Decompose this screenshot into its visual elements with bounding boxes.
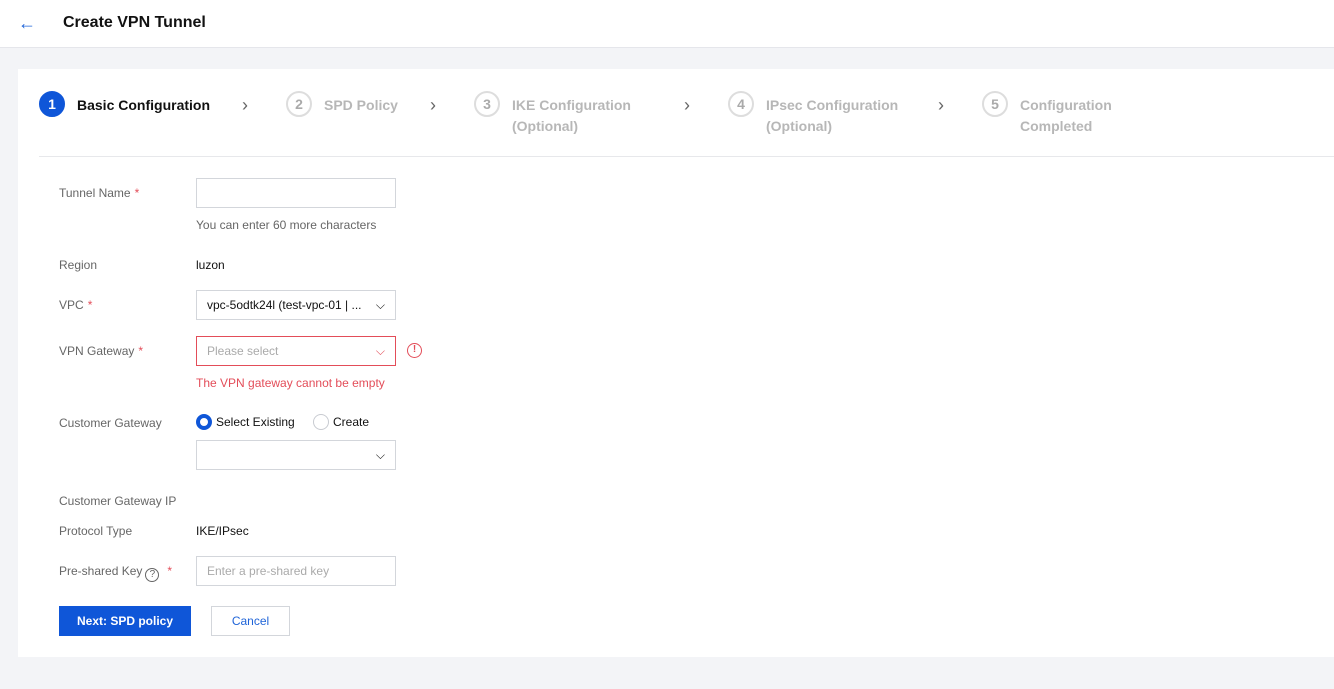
vpn-gateway-select[interactable]: Please select ⌵: [196, 336, 396, 366]
step-label: Basic Configuration: [77, 97, 211, 113]
step-label: IPsec Configuration (Optional): [766, 97, 899, 134]
customer-gateway-label: Customer Gateway: [59, 416, 162, 430]
step-label: SPD Policy: [324, 97, 398, 113]
error-icon: !: [407, 343, 422, 358]
region-value: luzon: [196, 258, 225, 272]
step-number: 5: [982, 91, 1008, 117]
arrow-left-icon[interactable]: ←: [18, 13, 36, 33]
vpc-select-value: vpc-5odtk24l (test-vpc-01 | ...: [207, 298, 362, 312]
radio-label: Create: [333, 415, 370, 429]
cancel-button[interactable]: Cancel: [211, 606, 290, 636]
step-label: Configuration Completed: [1020, 97, 1112, 134]
top-bar: ← Create VPN Tunnel: [0, 0, 1334, 48]
radio-dot: [313, 414, 329, 430]
next-spd-policy-button[interactable]: Next: SPD policy: [59, 606, 191, 636]
protocol-type-value: IKE/IPsec: [196, 524, 249, 538]
customer-gateway-select[interactable]: ⌵: [196, 440, 396, 470]
step-number: 1: [39, 91, 65, 117]
pre-shared-key-input[interactable]: Enter a pre-shared key: [196, 556, 396, 586]
vpn-gateway-label: VPN Gateway *: [59, 344, 144, 358]
tunnel-name-hint: You can enter 60 more characters: [196, 218, 377, 232]
chevron-right-icon: ›: [242, 95, 248, 115]
radio-label: Select Existing: [216, 415, 295, 429]
help-icon[interactable]: ?: [145, 568, 160, 582]
tunnel-name-input[interactable]: [196, 178, 396, 208]
customer-gateway-ip-label: Customer Gateway IP: [59, 494, 177, 508]
pre-shared-key-label: Pre-shared Key? *: [59, 564, 173, 582]
vpn-gateway-error: The VPN gateway cannot be empty: [196, 376, 385, 390]
region-label: Region: [59, 258, 98, 272]
protocol-type-label: Protocol Type: [59, 524, 133, 538]
step-label: IKE Configuration (Optional): [512, 97, 631, 134]
form-card: 1 Basic Configuration › 2 SPD Policy › 3…: [18, 69, 1334, 657]
page-title: Create VPN Tunnel: [63, 14, 206, 31]
vpn-gateway-placeholder: Please select: [207, 344, 279, 358]
vpc-select[interactable]: vpc-5odtk24l (test-vpc-01 | ... ⌵: [196, 290, 396, 320]
chevron-right-icon: ›: [430, 95, 436, 115]
chevron-down-icon: ⌵: [375, 448, 385, 462]
radio-dot: [196, 414, 212, 430]
vpc-label: VPC *: [59, 298, 93, 312]
pre-shared-key-placeholder: Enter a pre-shared key: [207, 564, 330, 578]
step-number: 3: [474, 91, 500, 117]
stepper: 1 Basic Configuration › 2 SPD Policy › 3…: [39, 91, 1334, 157]
step-number: 2: [286, 91, 312, 117]
chevron-down-icon: ⌵: [375, 298, 385, 312]
chevron-right-icon: ›: [684, 95, 690, 115]
chevron-right-icon: ›: [938, 95, 944, 115]
tunnel-name-label: Tunnel Name *: [59, 186, 140, 200]
chevron-down-icon: ⌵: [375, 344, 385, 358]
step-number: 4: [728, 91, 754, 117]
